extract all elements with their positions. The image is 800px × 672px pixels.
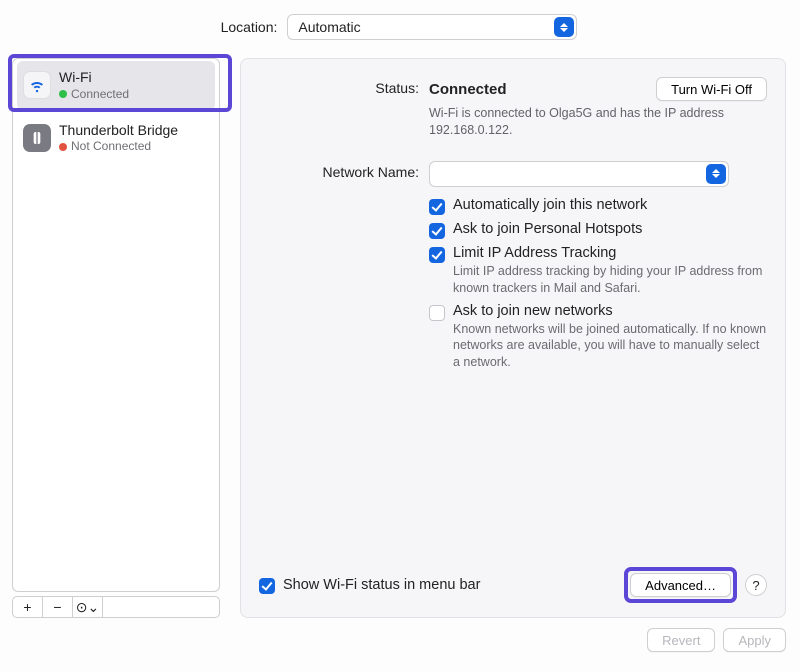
revert-button[interactable]: Revert (647, 628, 715, 652)
ask-new-label: Ask to join new networks (453, 303, 767, 319)
location-select[interactable]: Automatic (287, 14, 577, 40)
service-list[interactable]: Wi-Fi Connected Thunderbolt Bridge (12, 58, 220, 592)
status-label: Status: (259, 77, 429, 139)
service-status: Connected (71, 87, 129, 102)
ask-new-desc: Known networks will be joined automatica… (453, 321, 767, 372)
auto-join-label: Automatically join this network (453, 197, 647, 213)
limit-ip-desc: Limit IP address tracking by hiding your… (453, 263, 767, 297)
advanced-button[interactable]: Advanced… (630, 573, 731, 597)
detail-pane: Status: Connected Turn Wi-Fi Off Wi-Fi i… (240, 58, 786, 618)
status-dot-icon (59, 90, 67, 98)
show-menu-checkbox[interactable] (259, 578, 275, 594)
updown-icon (706, 164, 726, 184)
updown-icon (554, 17, 574, 37)
service-name: Wi-Fi (59, 69, 129, 87)
service-item-wifi[interactable]: Wi-Fi Connected (17, 61, 215, 110)
apply-button[interactable]: Apply (723, 628, 786, 652)
network-name-select[interactable] (429, 161, 729, 187)
remove-service-button[interactable]: − (43, 597, 73, 617)
footer: Revert Apply (12, 628, 786, 652)
show-menu-label: Show Wi-Fi status in menu bar (283, 577, 480, 593)
network-name-label: Network Name: (259, 161, 429, 187)
auto-join-checkbox[interactable] (429, 199, 445, 215)
hotspots-checkbox[interactable] (429, 223, 445, 239)
status-dot-icon (59, 143, 67, 151)
toolbar-spacer (103, 597, 219, 617)
status-description: Wi-Fi is connected to Olga5G and has the… (429, 105, 767, 139)
wifi-icon (23, 71, 51, 99)
turn-wifi-off-button[interactable]: Turn Wi-Fi Off (656, 77, 767, 101)
service-item-thunderbolt[interactable]: Thunderbolt Bridge Not Connected (13, 112, 219, 165)
help-button[interactable]: ? (745, 574, 767, 596)
network-preferences-window: Location: Automatic Wi-Fi Connected (0, 0, 800, 672)
location-row: Location: Automatic (12, 14, 786, 40)
service-status: Not Connected (71, 139, 151, 154)
limit-ip-label: Limit IP Address Tracking (453, 245, 767, 261)
highlight-box-advanced: Advanced… (624, 567, 737, 603)
service-sidebar: Wi-Fi Connected Thunderbolt Bridge (12, 58, 220, 618)
service-toolbar: + − ⊙⌄ (12, 596, 220, 618)
more-actions-button[interactable]: ⊙⌄ (73, 597, 103, 617)
ask-new-checkbox[interactable] (429, 305, 445, 321)
service-name: Thunderbolt Bridge (59, 122, 178, 140)
limit-ip-checkbox[interactable] (429, 247, 445, 263)
location-label: Location: (221, 19, 278, 35)
hotspots-label: Ask to join Personal Hotspots (453, 221, 642, 237)
status-value: Connected (429, 81, 644, 98)
thunderbolt-icon (23, 124, 51, 152)
location-value: Automatic (298, 19, 360, 35)
add-service-button[interactable]: + (13, 597, 43, 617)
